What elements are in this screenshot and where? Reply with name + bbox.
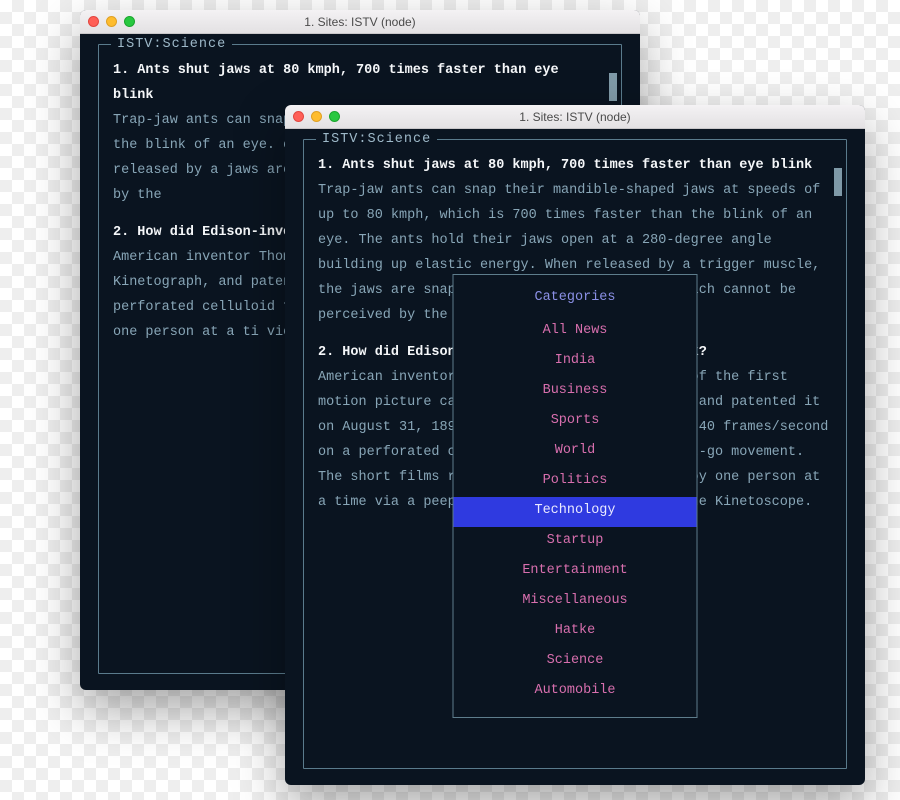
close-icon[interactable] [88, 16, 99, 27]
menu-item-all-news[interactable]: All News [454, 317, 697, 347]
zoom-icon[interactable] [329, 111, 340, 122]
zoom-icon[interactable] [124, 16, 135, 27]
menu-item-entertainment[interactable]: Entertainment [454, 557, 697, 587]
minimize-icon[interactable] [106, 16, 117, 27]
scrollbar-thumb[interactable] [834, 168, 842, 196]
menu-item-science[interactable]: Science [454, 647, 697, 677]
scrollbar-thumb[interactable] [609, 73, 617, 101]
story-headline: 1. Ants shut jaws at 80 kmph, 700 times … [318, 154, 832, 179]
menu-item-startup[interactable]: Startup [454, 527, 697, 557]
window-title: 1. Sites: ISTV (node) [285, 110, 865, 124]
traffic-lights [88, 16, 135, 27]
categories-menu[interactable]: Categories All NewsIndiaBusinessSportsWo… [453, 274, 698, 718]
window-title: 1. Sites: ISTV (node) [80, 15, 640, 29]
titlebar[interactable]: 1. Sites: ISTV (node) [80, 10, 640, 34]
menu-item-miscellaneous[interactable]: Miscellaneous [454, 587, 697, 617]
terminal-body: ISTV:Science 1. Ants shut jaws at 80 kmp… [285, 129, 865, 785]
menu-item-india[interactable]: India [454, 347, 697, 377]
story-headline: 1. Ants shut jaws at 80 kmph, 700 times … [113, 59, 607, 109]
menu-item-business[interactable]: Business [454, 377, 697, 407]
menu-title: Categories [454, 283, 697, 317]
close-icon[interactable] [293, 111, 304, 122]
traffic-lights [293, 111, 340, 122]
titlebar[interactable]: 1. Sites: ISTV (node) [285, 105, 865, 129]
menu-item-hatke[interactable]: Hatke [454, 617, 697, 647]
frame-label: ISTV:Science [111, 34, 232, 58]
menu-item-sports[interactable]: Sports [454, 407, 697, 437]
minimize-icon[interactable] [311, 111, 322, 122]
frame-label: ISTV:Science [316, 129, 437, 153]
menu-item-politics[interactable]: Politics [454, 467, 697, 497]
menu-item-technology[interactable]: Technology [454, 497, 697, 527]
menu-item-world[interactable]: World [454, 437, 697, 467]
menu-item-automobile[interactable]: Automobile [454, 677, 697, 707]
terminal-window-front: 1. Sites: ISTV (node) ISTV:Science 1. An… [285, 105, 865, 785]
